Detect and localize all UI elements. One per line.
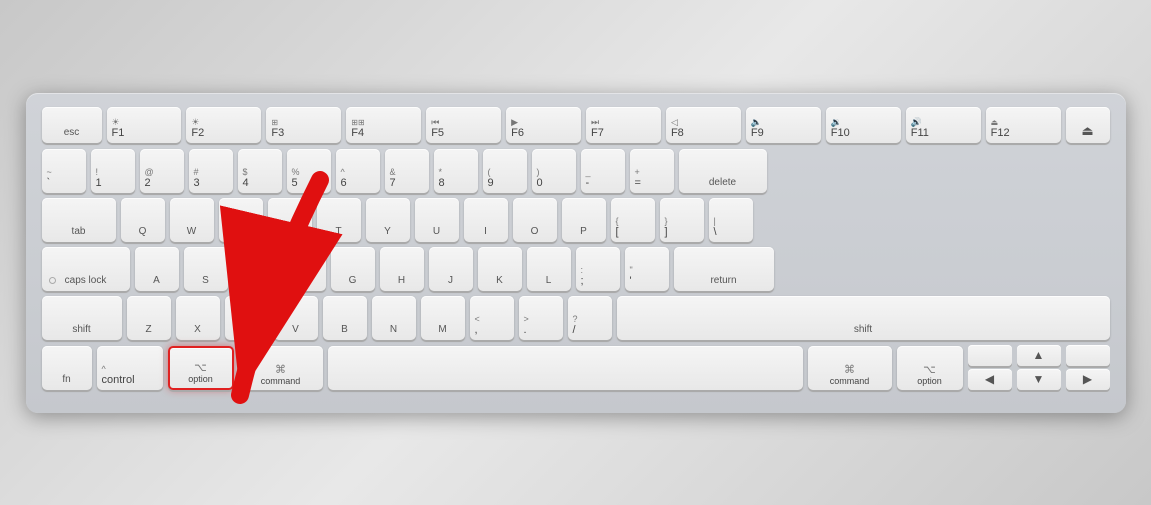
key-l[interactable]: L (527, 247, 571, 291)
key-option-right[interactable]: ⌥ option (897, 346, 963, 390)
key-a[interactable]: A (135, 247, 179, 291)
key-s[interactable]: S (184, 247, 228, 291)
key-f12[interactable]: ⏏ F12 (986, 107, 1061, 143)
key-comma[interactable]: < , (470, 296, 514, 340)
key-f11[interactable]: 🔊 F11 (906, 107, 981, 143)
key-r[interactable]: R (268, 198, 312, 242)
key-f8[interactable]: ◁ F8 (666, 107, 741, 143)
key-q[interactable]: Q (121, 198, 165, 242)
key-t[interactable]: T (317, 198, 361, 242)
key-shift-left[interactable]: shift (42, 296, 122, 340)
key-f3[interactable]: ⊞ F3 (266, 107, 341, 143)
fn-row: esc ☀ F1 ☀ F2 ⊞ F3 ⊞⊞ F4 ⏮ F5 ▶ F6 ⏭ F7 (42, 107, 1110, 143)
key-backslash[interactable]: | \ (709, 198, 753, 242)
key-3[interactable]: # 3 (189, 149, 233, 193)
key-e[interactable]: E (219, 198, 263, 242)
key-slash[interactable]: ? / (568, 296, 612, 340)
key-v[interactable]: V (274, 296, 318, 340)
key-k[interactable]: K (478, 247, 522, 291)
key-quote[interactable]: " ' (625, 247, 669, 291)
key-command-left[interactable]: ⌘ command (239, 346, 323, 390)
zxcv-row: shift Z X C V B N M < , > . (42, 296, 1110, 340)
keyboard: esc ☀ F1 ☀ F2 ⊞ F3 ⊞⊞ F4 ⏮ F5 ▶ F6 ⏭ F7 (26, 93, 1126, 413)
key-return[interactable]: return (674, 247, 774, 291)
key-j[interactable]: J (429, 247, 473, 291)
key-c[interactable]: C (225, 296, 269, 340)
key-option-left[interactable]: ⌥ option (168, 346, 234, 390)
key-2[interactable]: @ 2 (140, 149, 184, 193)
key-control[interactable]: ^ control (97, 346, 163, 390)
key-period[interactable]: > . (519, 296, 563, 340)
key-d[interactable]: D (233, 247, 277, 291)
key-arrow-left[interactable]: ◀ (968, 369, 1012, 390)
key-backtick[interactable]: ~ ` (42, 149, 86, 193)
key-u[interactable]: U (415, 198, 459, 242)
key-i[interactable]: I (464, 198, 508, 242)
bottom-row: fn ^ control ⌥ option ⌘ command ⌘ comman… (42, 345, 1110, 390)
key-x[interactable]: X (176, 296, 220, 340)
key-1[interactable]: ! 1 (91, 149, 135, 193)
key-lbracket[interactable]: { [ (611, 198, 655, 242)
key-arrow-right-placeholder (1066, 345, 1110, 366)
key-f9[interactable]: 🔈 F9 (746, 107, 821, 143)
key-b[interactable]: B (323, 296, 367, 340)
key-esc[interactable]: esc (42, 107, 102, 143)
key-y[interactable]: Y (366, 198, 410, 242)
key-f2[interactable]: ☀ F2 (186, 107, 261, 143)
key-shift-right[interactable]: shift (617, 296, 1110, 340)
key-f6[interactable]: ▶ F6 (506, 107, 581, 143)
key-4[interactable]: $ 4 (238, 149, 282, 193)
key-g[interactable]: G (331, 247, 375, 291)
key-fn[interactable]: fn (42, 346, 92, 390)
key-f5[interactable]: ⏮ F5 (426, 107, 501, 143)
arrow-bottom-row: ◀ ▼ ▶ (968, 369, 1110, 390)
key-command-right[interactable]: ⌘ command (808, 346, 892, 390)
key-rbracket[interactable]: } ] (660, 198, 704, 242)
asdf-row: caps lock A S D F G H J K L (42, 247, 1110, 291)
arrow-cluster: ▲ ◀ ▼ ▶ (968, 345, 1110, 390)
key-f1[interactable]: ☀ F1 (107, 107, 182, 143)
key-f[interactable]: F (282, 247, 326, 291)
key-arrow-down[interactable]: ▼ (1017, 369, 1061, 390)
key-semicolon[interactable]: : ; (576, 247, 620, 291)
key-h[interactable]: H (380, 247, 424, 291)
key-9[interactable]: ( 9 (483, 149, 527, 193)
qwerty-row: tab Q W E R T Y U I O P (42, 198, 1110, 242)
key-z[interactable]: Z (127, 296, 171, 340)
key-p[interactable]: P (562, 198, 606, 242)
key-space[interactable] (328, 346, 803, 390)
key-arrow-right[interactable]: ▶ (1066, 369, 1110, 390)
key-o[interactable]: O (513, 198, 557, 242)
key-f4[interactable]: ⊞⊞ F4 (346, 107, 421, 143)
key-f10[interactable]: 🔉 F10 (826, 107, 901, 143)
key-n[interactable]: N (372, 296, 416, 340)
key-m[interactable]: M (421, 296, 465, 340)
key-delete[interactable]: delete (679, 149, 767, 193)
number-row: ~ ` ! 1 @ 2 # 3 $ 4 % 5 ^ 6 & 7 (42, 149, 1110, 193)
key-8[interactable]: * 8 (434, 149, 478, 193)
key-5[interactable]: % 5 (287, 149, 331, 193)
key-arrow-left-placeholder (968, 345, 1012, 366)
key-f7[interactable]: ⏭ F7 (586, 107, 661, 143)
key-eject[interactable]: ⏏ (1066, 107, 1110, 143)
key-w[interactable]: W (170, 198, 214, 242)
arrow-top-row: ▲ (968, 345, 1110, 366)
key-tab[interactable]: tab (42, 198, 116, 242)
key-0[interactable]: ) 0 (532, 149, 576, 193)
key-minus[interactable]: _ - (581, 149, 625, 193)
key-7[interactable]: & 7 (385, 149, 429, 193)
key-6[interactable]: ^ 6 (336, 149, 380, 193)
key-equals[interactable]: + = (630, 149, 674, 193)
key-capslock[interactable]: caps lock (42, 247, 130, 291)
key-arrow-up[interactable]: ▲ (1017, 345, 1061, 366)
